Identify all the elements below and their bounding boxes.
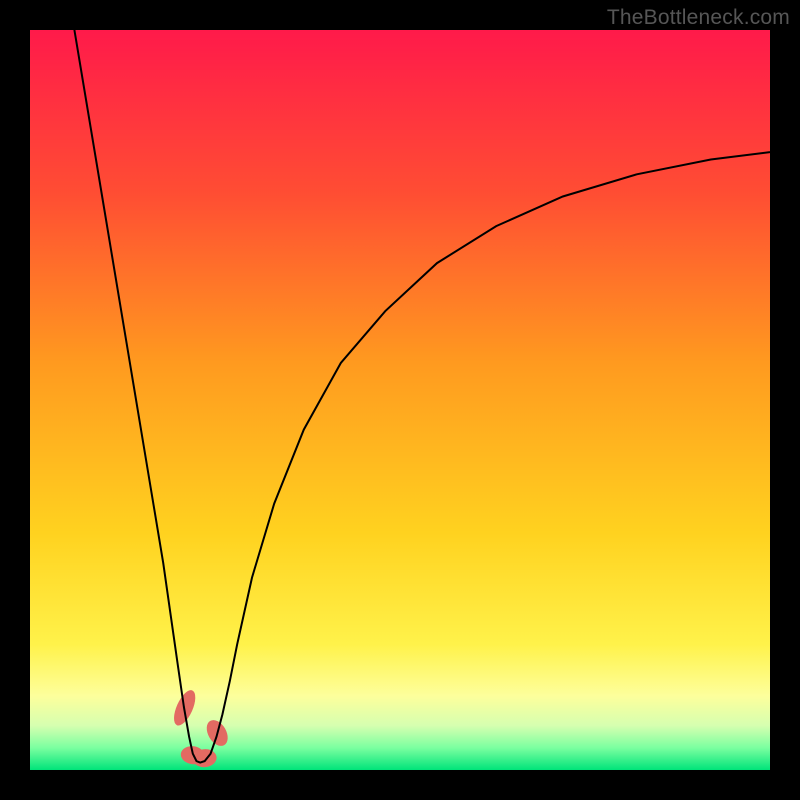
bottleneck-curve [74, 30, 770, 763]
watermark-text: TheBottleneck.com [607, 6, 790, 30]
plot-area [30, 30, 770, 770]
markers-group [170, 687, 232, 768]
chart-frame: TheBottleneck.com [0, 0, 800, 800]
curve-layer [30, 30, 770, 770]
